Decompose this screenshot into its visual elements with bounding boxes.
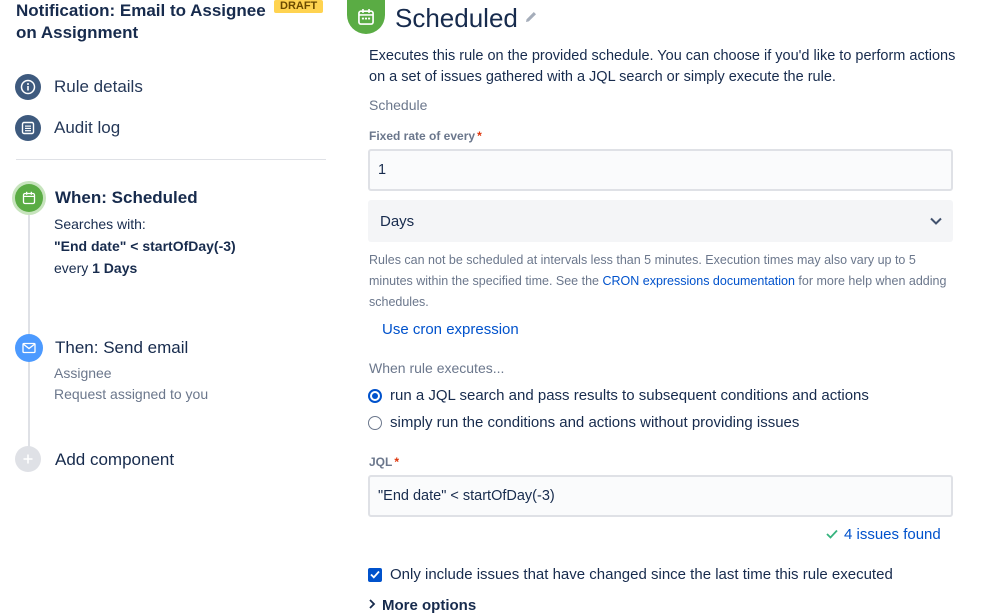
component-when-every-value: 1 Days	[92, 260, 138, 276]
radio-run-without-issues-label: simply run the conditions and actions wi…	[390, 414, 800, 431]
component-when-scheduled[interactable]: When: Scheduled Searches with: "End date…	[15, 184, 315, 284]
jql-input[interactable]: "End date" < startOfDay(-3)	[368, 475, 953, 517]
trigger-description: Executes this rule on the provided sched…	[369, 48, 956, 85]
list-icon	[15, 115, 41, 141]
when-rule-executes-label: When rule executes...	[369, 360, 505, 376]
nav-audit-log[interactable]: Audit log	[15, 115, 120, 141]
component-when-jql: "End date" < startOfDay(-3)	[54, 238, 236, 254]
radio-run-jql-search-label: run a JQL search and pass results to sub…	[390, 387, 869, 404]
only-changed-issues-label: Only include issues that have changed si…	[390, 566, 893, 583]
calendar-icon	[15, 184, 43, 212]
component-then-send-email[interactable]: Then: Send email Assignee Request assign…	[15, 334, 315, 410]
required-marker: *	[477, 129, 482, 143]
checkbox-checked[interactable]	[368, 567, 382, 582]
page-title: Scheduled	[395, 3, 518, 33]
more-options-toggle[interactable]: More options	[368, 596, 476, 614]
fixed-rate-label: Fixed rate of every *	[369, 129, 482, 143]
radio-button-unselected[interactable]	[368, 415, 382, 430]
component-then-subject: Request assigned to you	[54, 386, 209, 402]
draft-status-badge: DRAFT	[274, 0, 324, 13]
nav-rule-details[interactable]: Rule details	[15, 74, 143, 100]
jql-label: JQL *	[369, 455, 399, 469]
interval-unit-value: Days	[380, 212, 415, 230]
component-when-every-prefix: every	[54, 260, 89, 276]
component-when-searches-label: Searches with:	[54, 216, 146, 232]
add-component-label: Add component	[55, 450, 175, 469]
fixed-rate-label-text: Fixed rate of every	[369, 129, 476, 143]
radio-run-jql-search[interactable]: run a JQL search and pass results to sub…	[368, 387, 869, 404]
schedule-section-label: Schedule	[369, 97, 428, 113]
issues-found-text: 4 issues found	[844, 526, 941, 543]
sidebar-divider	[16, 159, 326, 160]
issues-found-link[interactable]: 4 issues found	[826, 526, 941, 543]
only-changed-issues-checkbox-row[interactable]: Only include issues that have changed si…	[368, 566, 893, 583]
plus-icon	[15, 446, 41, 472]
fixed-rate-input[interactable]: 1	[368, 149, 953, 191]
component-then-recipient: Assignee	[54, 365, 112, 381]
component-then-title: Then: Send email	[55, 338, 189, 357]
nav-rule-details-label: Rule details	[54, 77, 143, 96]
info-icon	[15, 74, 41, 100]
required-marker: *	[394, 455, 400, 469]
cron-docs-link[interactable]: CRON expressions documentation	[602, 274, 794, 288]
scheduled-header-calendar-icon	[347, 0, 385, 34]
radio-run-without-issues[interactable]: simply run the conditions and actions wi…	[368, 414, 799, 431]
chevron-down-icon	[929, 214, 943, 232]
mail-icon	[15, 334, 43, 362]
component-when-title: When: Scheduled	[55, 188, 198, 207]
component-when-every: every 1 Days	[54, 260, 137, 276]
edit-pencil-icon[interactable]	[523, 9, 539, 30]
interval-unit-select[interactable]: Days	[368, 200, 953, 242]
schedule-help-text: Rules can not be scheduled at intervals …	[369, 250, 949, 313]
more-options-label: More options	[382, 596, 477, 614]
use-cron-expression-button[interactable]: Use cron expression	[382, 321, 519, 338]
jql-label-text: JQL	[369, 455, 393, 469]
radio-button-selected[interactable]	[368, 388, 382, 403]
nav-audit-log-label: Audit log	[54, 118, 121, 137]
chevron-right-icon	[368, 596, 376, 614]
checkmark-icon	[826, 526, 838, 543]
rule-title: Notification: Email to Assignee on Assig…	[16, 1, 266, 42]
add-component-button[interactable]: Add component	[15, 446, 215, 474]
